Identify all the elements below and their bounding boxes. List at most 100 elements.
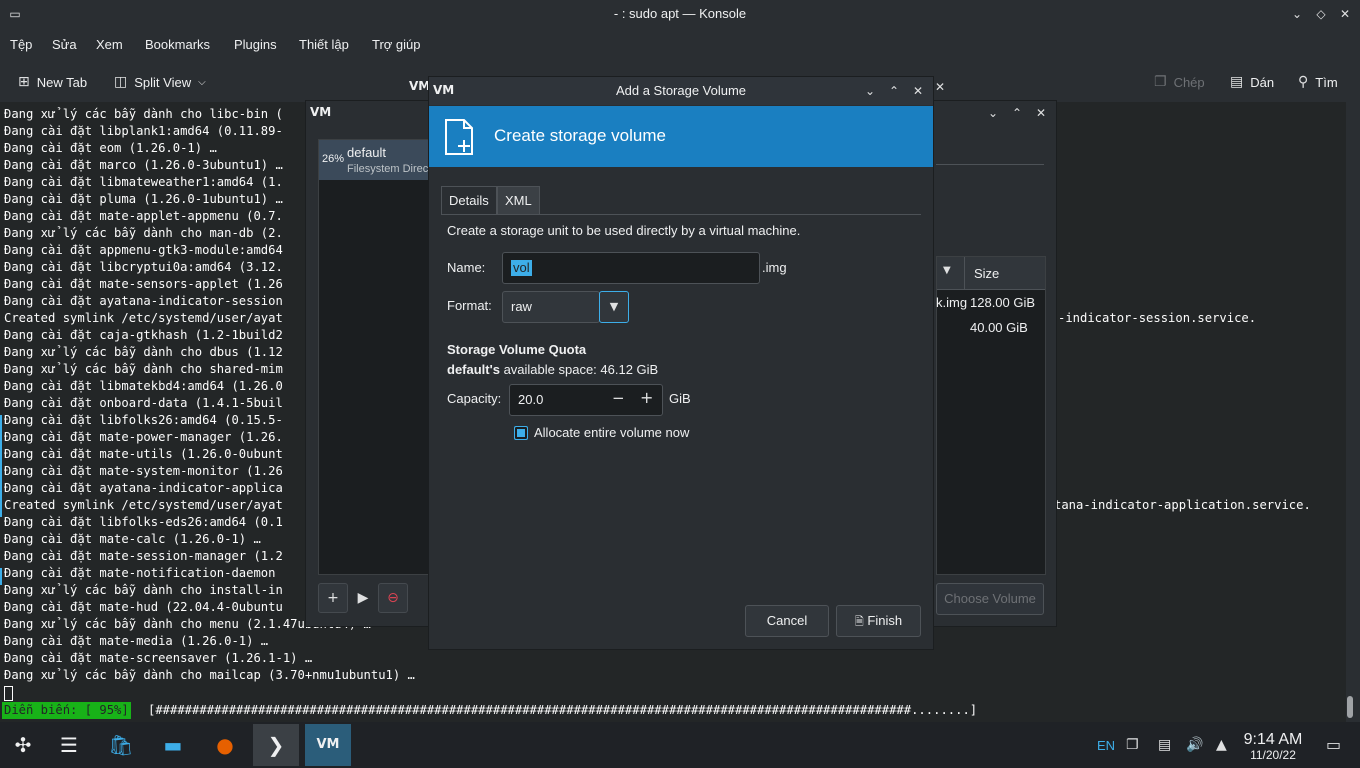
new-tab-button[interactable]: ⊞ New Tab [18,74,87,90]
name-input[interactable]: vol [502,252,760,284]
volume-name-fragment: k.img [936,295,968,310]
add-pool-button[interactable]: + [318,583,348,613]
terminal-line: Đang cài đặt appmenu-gtk3-module:amd64 [4,243,283,257]
file-manager-icon[interactable]: ▬ [150,724,196,766]
chevron-up-icon[interactable]: ▲ [1216,737,1227,753]
format-select[interactable]: raw [502,291,600,323]
system-settings-icon[interactable]: ☰ [46,724,92,766]
pool-item-default[interactable]: 26% default Filesystem Direc [319,140,431,180]
terminal-line: Đang cài đặt mate-utils (1.26.0-0ubunt [4,447,283,461]
paste-icon: ▤ [1230,74,1244,90]
volume-table-header: ▼ Size [937,257,1045,290]
pool-list[interactable]: 26% default Filesystem Direc [318,139,432,575]
search-icon: ⚲ [1298,74,1309,90]
terminal-line: Đang cài đặt libfolks26:amd64 (0.15.5- [4,413,283,427]
show-desktop-icon[interactable]: ▭ [1326,735,1341,754]
format-dropdown-button[interactable]: ▼ [599,291,629,323]
choose-volume-button[interactable]: Choose Volume [936,583,1044,615]
terminal-cursor [4,686,13,701]
copy-button[interactable]: ❐ Chép [1154,74,1205,90]
terminal-line: Đang cài đặt libcryptui0a:amd64 (3.12. [4,260,283,274]
maximize-icon[interactable]: ⌃ [1008,104,1026,122]
notes-icon[interactable]: ▤ [1158,737,1171,753]
menu-bookmarks[interactable]: Bookmarks [145,37,210,52]
available-space: default's available space: 46.12 GiB [447,362,658,377]
menu-file[interactable]: Tệp [10,37,32,52]
virt-manager-task-icon[interactable]: VM [305,724,351,766]
app-launcher-icon[interactable]: ✣ [0,724,46,766]
tab-details[interactable]: Details [441,186,497,215]
copy-label: Chép [1173,74,1205,90]
close-icon[interactable]: ✕ [909,82,927,100]
start-pool-button[interactable]: ▶ [348,583,378,613]
terminal-line: Created symlink /etc/systemd/user/ayat [4,311,283,325]
cancel-button[interactable]: Cancel [745,605,829,637]
taskbar: ✣ ☰ 🛍 ▬ ● ❯ VM EN ❐ ▤ 🔊 ▲ ▭ [0,722,1360,768]
menu-plugins[interactable]: Plugins [234,37,277,52]
split-view-icon: ◫ [114,74,128,90]
volume-icon[interactable]: 🔊 [1186,737,1203,753]
split-view-label: Split View [134,74,192,90]
close-icon[interactable]: ✕ [1336,5,1354,23]
konsole-titlebar: ▭ - : sudo apt — Konsole ⌄ ◇ ✕ [0,0,1360,30]
menu-view[interactable]: Xem [96,37,123,52]
capacity-spinbox[interactable]: 20.0 − + [509,384,663,416]
chevron-down-icon: ▼ [609,300,619,313]
terminal-line: Đang cài đặt ayatana-indicator-applica [4,481,283,495]
clock-time[interactable]: 9:14 AM [1238,731,1308,749]
allocate-label[interactable]: Allocate entire volume now [534,425,689,440]
progress-label: Diễn biến: [ 95%] [2,702,131,719]
firefox-icon[interactable]: ● [202,724,248,766]
terminal-line: Đang xử lý các bẫy dành cho shared-mim [4,362,283,376]
dialog-header-title: Create storage volume [494,126,666,145]
terminal-line: Đang cài đặt libplank1:amd64 (0.11.89- [4,124,283,138]
pool-name: default [347,145,387,160]
menu-edit[interactable]: Sửa [52,37,77,52]
terminal-line: Đang cài đặt mate-system-monitor (1.26 [4,464,283,478]
chevron-down-icon[interactable]: ⌄ [1288,5,1306,23]
menu-help[interactable]: Trợ giúp [372,37,421,52]
split-view-button[interactable]: ◫ Split View ⌵ [114,74,206,90]
chevron-down-icon[interactable]: ⌄ [984,104,1002,122]
terminal-line: Đang cài đặt eom (1.26.0-1) … [4,141,217,155]
tab-xml[interactable]: XML [497,186,540,215]
terminal-line: Đang cài đặt onboard-data (1.4.1-5buil [4,396,283,410]
allocate-checkbox[interactable] [514,426,528,440]
window-title: - : sudo apt — Konsole [613,6,747,21]
konsole-task-icon[interactable]: ❯ [253,724,299,766]
terminal-line: Created symlink /etc/systemd/user/ayat [4,498,283,512]
keyboard-language[interactable]: EN [1097,738,1115,753]
discover-store-icon[interactable]: 🛍 [98,724,144,766]
terminal-line: Đang cài đặt libmatekbd4:amd64 (1.26.0 [4,379,283,393]
terminal-line: Đang cài đặt mate-hud (22.04.4-0ubuntu [4,600,283,614]
quota-title: Storage Volume Quota [447,342,587,357]
menu-settings[interactable]: Thiết lập [299,37,349,52]
maximize-icon[interactable]: ⌃ [885,82,903,100]
chevron-down-icon: ⌵ [198,76,206,88]
pool-name-bold: default's [447,362,500,377]
increment-icon[interactable]: + [640,388,653,407]
name-input-value: vol [511,260,532,276]
name-suffix: .img [762,260,787,275]
decrement-icon[interactable]: − [612,389,625,407]
close-icon[interactable]: ✕ [1032,104,1050,122]
find-button[interactable]: ⚲ Tìm [1298,74,1338,90]
column-divider [964,257,965,289]
sort-icon[interactable]: ▼ [943,265,951,276]
capacity-unit: GiB [669,391,691,406]
volume-table[interactable]: ▼ Size k.img 128.00 GiB 40.00 GiB [936,256,1046,575]
chevron-down-icon[interactable]: ⌄ [861,82,879,100]
clipboard-icon[interactable]: ❐ [1126,737,1139,753]
terminal-line: Đang xử lý các bẫy dành cho install-in [4,583,283,597]
size-column-header[interactable]: Size [974,266,999,281]
finish-button[interactable]: 🗎 Finish [836,605,921,637]
volume-size: 128.00 GiB [970,295,1036,310]
terminal-line-fragment: -indicator-session.service. [1058,311,1257,325]
terminal-line: Đang xử lý các bẫy dành cho man-db (2. [4,226,283,240]
clock-date[interactable]: 11/20/22 [1238,748,1308,762]
stop-pool-button[interactable]: ⊖ [378,583,408,613]
terminal-scrollbar[interactable] [1347,696,1353,718]
paste-button[interactable]: ▤ Dán [1230,74,1274,90]
maximize-icon[interactable]: ◇ [1312,5,1330,23]
terminal-line: Đang cài đặt caja-gtkhash (1.2-1build2 [4,328,283,342]
